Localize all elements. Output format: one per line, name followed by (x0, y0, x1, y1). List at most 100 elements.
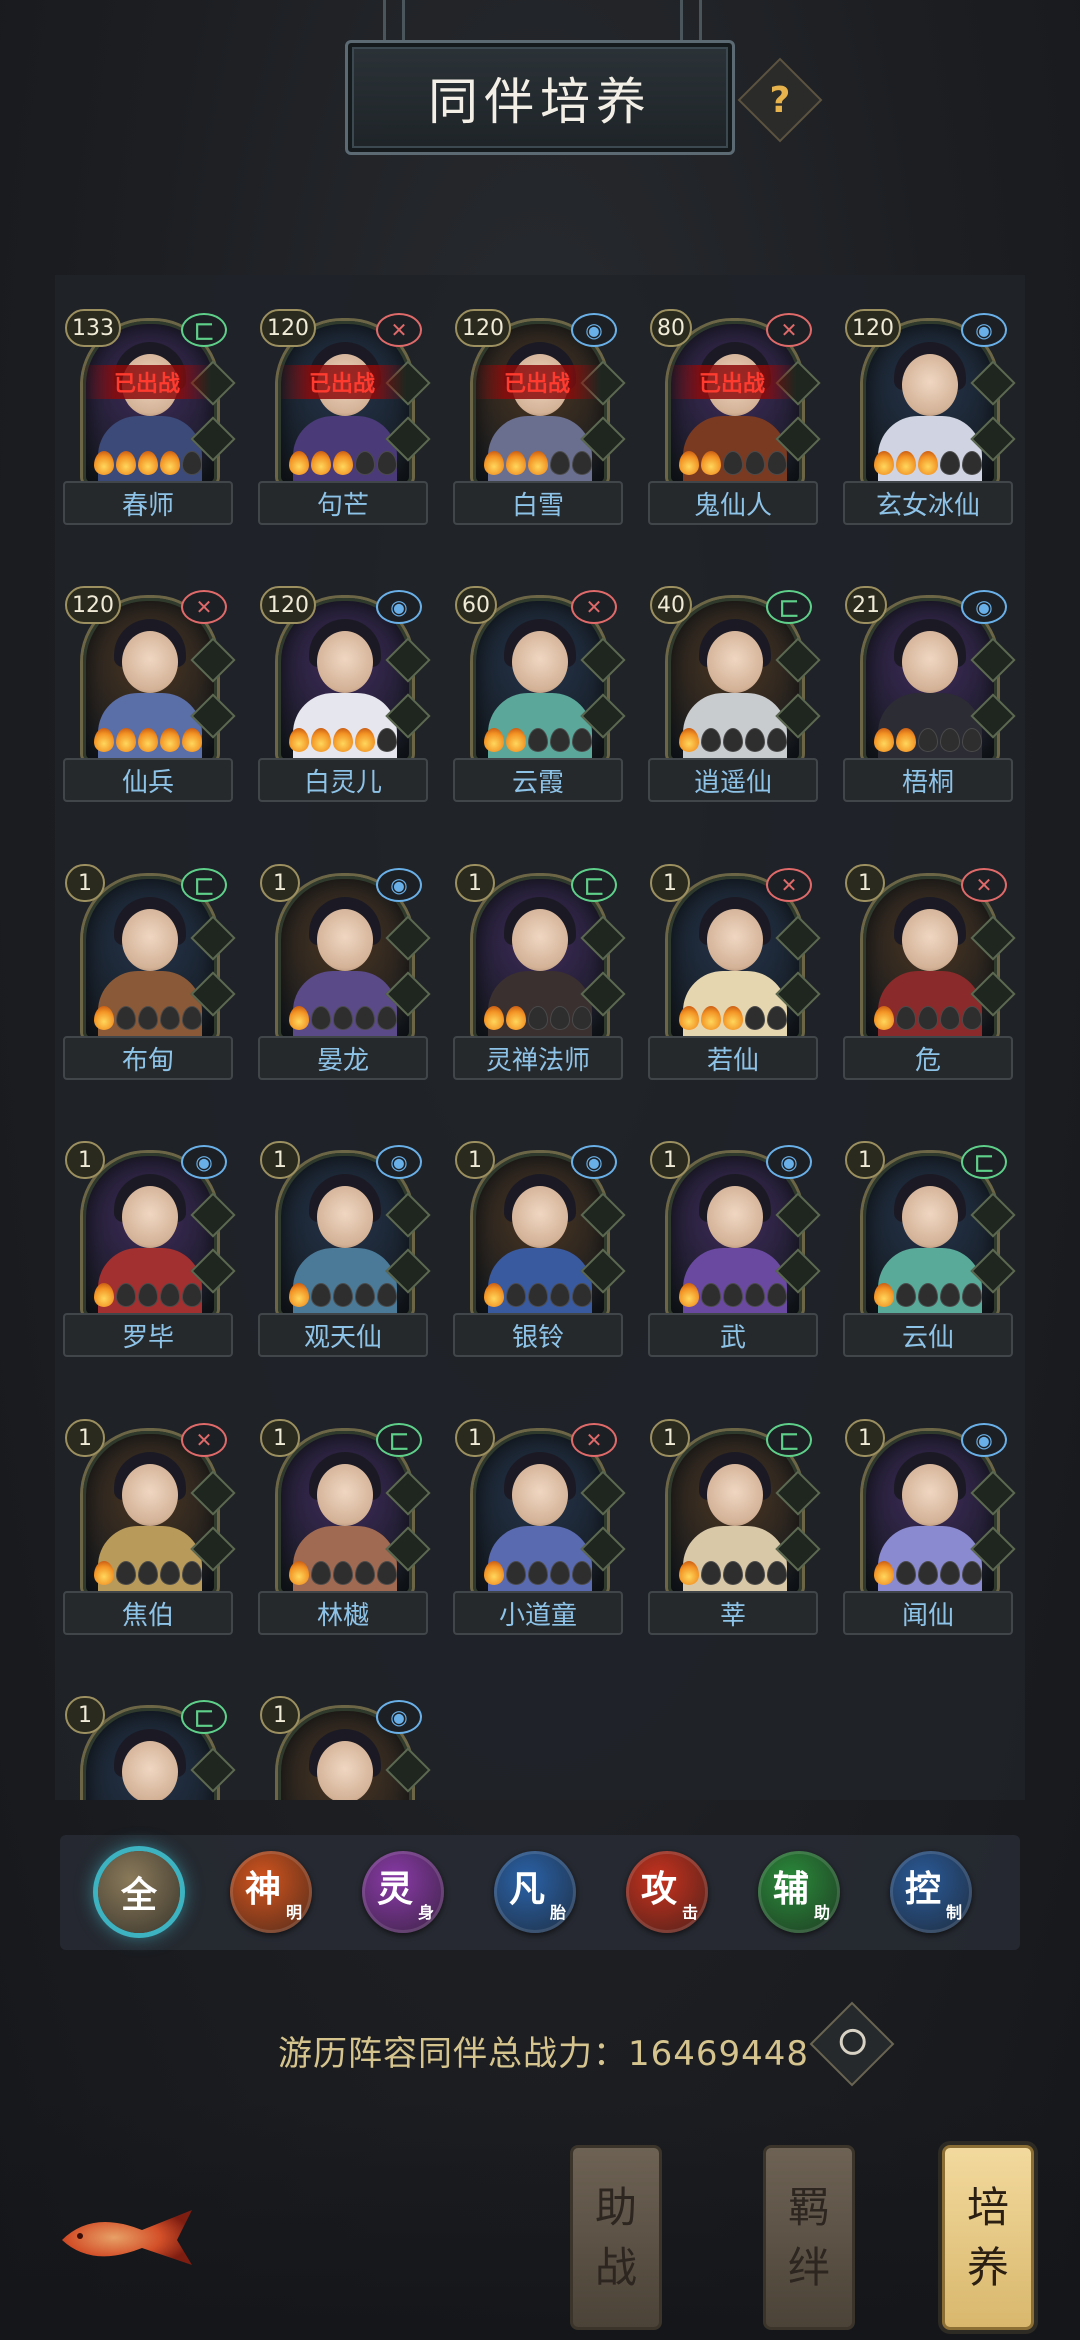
companion-name: 鬼仙人 (648, 481, 818, 525)
flame-icon-empty (940, 728, 960, 752)
flame-icon-lit (289, 451, 309, 475)
companion-card[interactable]: 1 ✕ 危 (843, 858, 1016, 1083)
companion-card[interactable]: 120 ◉ 白灵儿 (258, 580, 431, 805)
filter-sublabel: 明 (285, 1903, 302, 1922)
companion-card[interactable]: 1 匚布甸 (63, 858, 236, 1083)
companion-card[interactable]: 1 ✕ 若仙 (648, 858, 821, 1083)
help-button[interactable]: ? (737, 57, 823, 143)
star-flames (668, 1283, 798, 1311)
companion-card[interactable]: 133 匚已出战 春师 (63, 303, 236, 528)
flame-icon-lit (355, 728, 375, 752)
companion-card[interactable]: 1 匚灵禅法师 (453, 858, 626, 1083)
companion-level: 120 (260, 586, 316, 624)
companion-name: 逍遥仙 (648, 758, 818, 802)
flame-icon-empty (528, 1006, 548, 1030)
companion-level: 1 (65, 1696, 105, 1734)
flame-icon-empty (745, 1006, 765, 1030)
filter-button[interactable]: 灵身 (362, 1851, 444, 1933)
search-button[interactable] (809, 2001, 895, 2087)
companion-card[interactable]: 120 ◉ 玄女冰仙 (843, 303, 1016, 528)
tab-2[interactable]: 培养 (942, 2145, 1034, 2330)
flame-icon-empty (896, 1283, 916, 1307)
star-flames (473, 728, 603, 756)
star-flames (473, 1283, 603, 1311)
companion-card[interactable]: 1 ◉ 罗毕 (63, 1135, 236, 1360)
filter-button[interactable]: 控制 (890, 1851, 972, 1933)
companion-level: 1 (65, 1419, 105, 1457)
flame-icon-lit (484, 1561, 504, 1585)
companion-card[interactable]: 1 ◉ 武 (648, 1135, 821, 1360)
filter-label: 神 (244, 1869, 281, 1910)
companion-card[interactable]: 1 ◉ 闻仙 (843, 1413, 1016, 1638)
flame-icon-empty (116, 1283, 136, 1307)
star-flames (473, 451, 603, 479)
companion-name: 若仙 (648, 1036, 818, 1080)
companion-name: 白灵儿 (258, 758, 428, 802)
star-flames (668, 1561, 798, 1589)
flame-icon-empty (745, 1561, 765, 1585)
companion-card[interactable]: 1匚 (63, 1690, 236, 1800)
flame-icon-empty (572, 1283, 592, 1307)
control-type-icon: 匚 (181, 1700, 227, 1734)
flame-icon-empty (723, 728, 743, 752)
companion-card[interactable]: 120 ◉ 已出战 白雪 (453, 303, 626, 528)
companion-level: 40 (650, 586, 692, 624)
flame-icon-lit (333, 451, 353, 475)
star-flames (668, 728, 798, 756)
filter-button[interactable]: 全 (98, 1851, 180, 1933)
flame-icon-empty (962, 1283, 982, 1307)
flame-icon-empty (355, 1283, 375, 1307)
flame-icon-lit (94, 1561, 114, 1585)
tab-0[interactable]: 助战 (570, 2145, 662, 2330)
companion-card[interactable]: 1 匚云仙 (843, 1135, 1016, 1360)
filter-button[interactable]: 凡胎 (494, 1851, 576, 1933)
control-type-icon: 匚 (766, 590, 812, 624)
search-icon (839, 2028, 866, 2055)
companion-level: 1 (65, 864, 105, 902)
companion-card[interactable]: 120 ✕ 已出战 句芒 (258, 303, 431, 528)
support-type-icon: ◉ (961, 590, 1007, 624)
filter-button[interactable]: 神明 (230, 1851, 312, 1933)
companion-card[interactable]: 40 匚逍遥仙 (648, 580, 821, 805)
companion-card[interactable]: 1 ✕ 小道童 (453, 1413, 626, 1638)
flame-icon-empty (182, 1006, 202, 1030)
companion-card[interactable]: 1 ✕ 焦伯 (63, 1413, 236, 1638)
companion-card[interactable]: 1 ◉ 银铃 (453, 1135, 626, 1360)
total-power-label: 游历阵容同伴总战力：16469448 (278, 2026, 809, 2075)
flame-icon-empty (160, 1283, 180, 1307)
star-flames (473, 1006, 603, 1034)
companion-card[interactable]: 60 ✕ 云霞 (453, 580, 626, 805)
companion-name: 仙兵 (63, 758, 233, 802)
star-flames (863, 1283, 993, 1311)
companion-name: 玄女冰仙 (843, 481, 1013, 525)
flame-icon-empty (918, 1561, 938, 1585)
companion-card[interactable]: 120 ✕ 仙兵 (63, 580, 236, 805)
flame-icon-lit (874, 728, 894, 752)
companion-card[interactable]: 80 ✕ 已出战 鬼仙人 (648, 303, 821, 528)
star-flames (863, 728, 993, 756)
companion-card[interactable]: 1 匚莘 (648, 1413, 821, 1638)
question-icon: ? (769, 79, 791, 121)
companion-card[interactable]: 1 ◉ (258, 1690, 431, 1800)
filter-label: 凡 (508, 1869, 545, 1910)
title-plaque: 同伴培养 (345, 0, 735, 155)
flame-icon-lit (289, 1283, 309, 1307)
flame-icon-empty (138, 1561, 158, 1585)
flame-icon-empty (550, 1283, 570, 1307)
support-type-icon: ◉ (376, 1145, 422, 1179)
companion-card[interactable]: 1 匚林樾 (258, 1413, 431, 1638)
tab-1[interactable]: 羁绊 (763, 2145, 855, 2330)
filter-button[interactable]: 攻击 (626, 1851, 708, 1933)
total-power-value: 16469448 (628, 2034, 810, 2074)
companion-level: 80 (650, 309, 692, 347)
flame-icon-lit (701, 1006, 721, 1030)
companion-card[interactable]: 21 ◉ 梧桐 (843, 580, 1016, 805)
flame-icon-empty (745, 728, 765, 752)
companion-card[interactable]: 1 ◉ 观天仙 (258, 1135, 431, 1360)
filter-label: 控 (904, 1869, 941, 1910)
attack-type-icon: ✕ (571, 590, 617, 624)
koi-fish-icon[interactable] (52, 2200, 202, 2270)
companion-card[interactable]: 1 ◉ 晏龙 (258, 858, 431, 1083)
flame-icon-empty (962, 1006, 982, 1030)
filter-button[interactable]: 辅助 (758, 1851, 840, 1933)
